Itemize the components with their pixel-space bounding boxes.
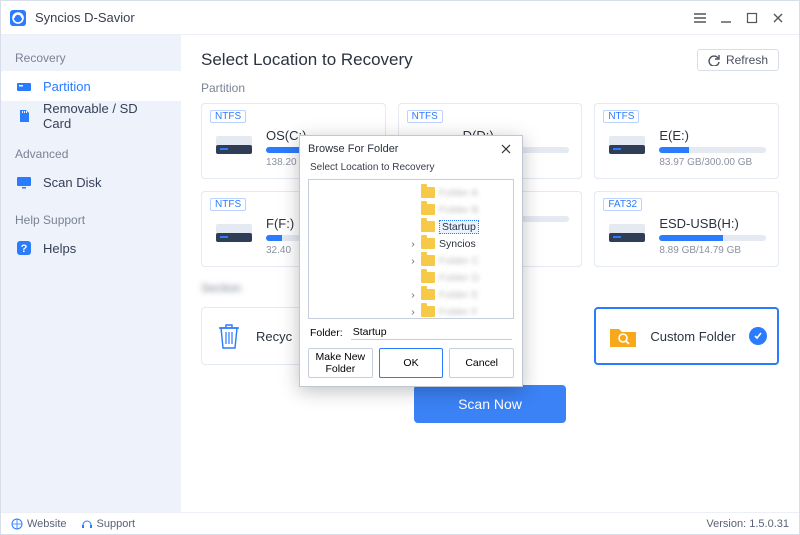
sidebar-item-helps[interactable]: ? Helps: [1, 233, 181, 263]
menu-icon[interactable]: [687, 5, 713, 31]
make-new-folder-button[interactable]: Make New Folder: [308, 348, 373, 378]
recycle-bin-label: Recyc: [256, 329, 292, 344]
maximize-button[interactable]: [739, 5, 765, 31]
sidebar-item-label: Scan Disk: [43, 175, 102, 190]
cancel-button[interactable]: Cancel: [449, 348, 514, 378]
monitor-icon: [15, 173, 33, 191]
fs-badge: NTFS: [407, 110, 443, 123]
folder-tree[interactable]: Folder A Folder B Startup ›Syncios ›Fold…: [308, 179, 514, 319]
dialog-close-button[interactable]: [498, 141, 514, 157]
version-label: Version: 1.5.0.31: [706, 518, 789, 530]
minimize-button[interactable]: [713, 5, 739, 31]
drive-name: E(E:): [659, 128, 766, 143]
help-icon: ?: [15, 239, 33, 257]
recycle-bin-icon: [214, 321, 244, 351]
hdd-icon: [214, 216, 254, 246]
sidebar: Recovery Partition Removable / SD Card A…: [1, 35, 181, 512]
section-title-partition: Partition: [201, 81, 779, 95]
dialog-title: Browse For Folder: [308, 143, 398, 155]
fs-badge: NTFS: [603, 110, 639, 123]
sidebar-section-advanced: Advanced: [1, 141, 181, 167]
drive-card[interactable]: NTFS E(E:) 83.97 GB/300.00 GB: [594, 103, 779, 179]
custom-folder-card[interactable]: Custom Folder: [594, 307, 779, 365]
fs-badge: NTFS: [210, 198, 246, 211]
scan-now-button[interactable]: Scan Now: [414, 385, 566, 423]
folder-search-icon: [608, 321, 638, 351]
dialog-subtitle: Select Location to Recovery: [300, 162, 522, 179]
hdd-icon: [607, 216, 647, 246]
drive-capacity: 8.89 GB/14.79 GB: [659, 245, 766, 256]
refresh-button[interactable]: Refresh: [697, 49, 779, 71]
tree-node-startup[interactable]: Startup: [409, 218, 513, 235]
sidebar-item-label: Removable / SD Card: [43, 101, 167, 131]
app-title: Syncios D-Savior: [35, 10, 135, 25]
fs-badge: FAT32: [603, 198, 642, 211]
headset-icon: [81, 518, 93, 530]
sidebar-item-partition[interactable]: Partition: [1, 71, 181, 101]
refresh-icon: [708, 54, 720, 66]
drive-icon: [15, 77, 33, 95]
fs-badge: NTFS: [210, 110, 246, 123]
folder-icon: [421, 221, 435, 232]
page-title: Select Location to Recovery: [201, 50, 413, 70]
globe-icon: [11, 518, 23, 530]
sidebar-section-recovery: Recovery: [1, 45, 181, 71]
ok-button[interactable]: OK: [379, 348, 444, 378]
sidebar-item-label: Partition: [43, 79, 91, 94]
sidebar-section-help: Help Support: [1, 207, 181, 233]
sd-card-icon: [15, 107, 33, 125]
drive-capacity: 83.97 GB/300.00 GB: [659, 157, 766, 168]
hdd-icon: [607, 128, 647, 158]
folder-label: Folder:: [310, 327, 343, 339]
website-link[interactable]: Website: [11, 518, 67, 530]
drive-name: ESD-USB(H:): [659, 216, 766, 231]
drive-card[interactable]: FAT32 ESD-USB(H:) 8.89 GB/14.79 GB: [594, 191, 779, 267]
title-bar: Syncios D-Savior: [1, 1, 799, 35]
support-link[interactable]: Support: [81, 518, 136, 530]
folder-input[interactable]: Startup: [351, 325, 512, 340]
sidebar-item-removable[interactable]: Removable / SD Card: [1, 101, 181, 131]
hdd-icon: [214, 128, 254, 158]
check-icon: [749, 327, 767, 345]
folder-icon: [421, 238, 435, 249]
svg-text:?: ?: [21, 243, 28, 255]
usage-bar: [659, 235, 723, 241]
usage-bar: [266, 235, 282, 241]
usage-bar: [659, 147, 689, 153]
browse-folder-dialog: Browse For Folder Select Location to Rec…: [299, 135, 523, 387]
close-button[interactable]: [765, 5, 791, 31]
custom-folder-label: Custom Folder: [650, 329, 735, 344]
sidebar-item-scan-disk[interactable]: Scan Disk: [1, 167, 181, 197]
status-bar: Website Support Version: 1.5.0.31: [1, 512, 799, 534]
app-logo-icon: [9, 9, 27, 27]
sidebar-item-label: Helps: [43, 241, 76, 256]
tree-node-syncios[interactable]: ›Syncios: [409, 235, 513, 252]
